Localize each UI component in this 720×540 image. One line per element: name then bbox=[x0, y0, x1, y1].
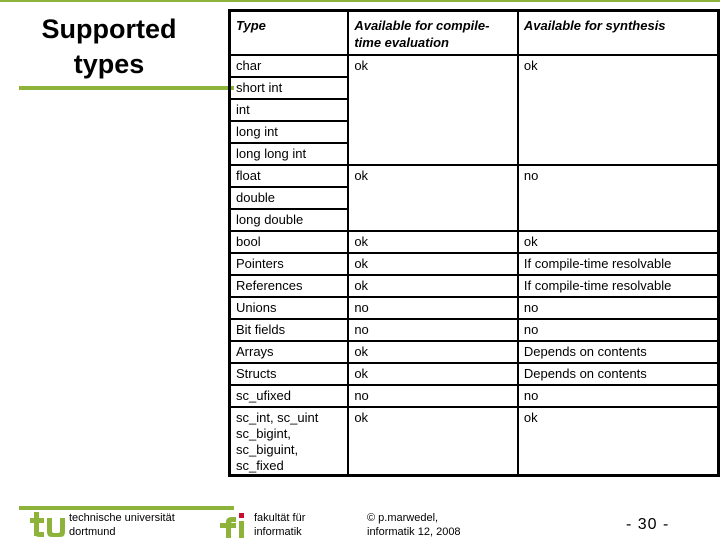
faculty-name: fakultät für informatik bbox=[254, 511, 305, 539]
table-row: sc_int, sc_uint sc_bigint, sc_biguint, s… bbox=[228, 406, 720, 477]
type-cell: sc_ufixed bbox=[228, 384, 350, 408]
table-row: float ok no bbox=[228, 164, 720, 232]
compile-time-cell: ok bbox=[347, 252, 519, 276]
synthesis-cell: ok bbox=[516, 230, 720, 254]
synthesis-cell: If compile-time resolvable bbox=[516, 274, 720, 298]
university-name: technische universität dortmund bbox=[69, 511, 175, 539]
table-row: Pointers ok If compile-time resolvable bbox=[228, 252, 720, 276]
slide-title-line1: Supported bbox=[41, 14, 177, 44]
header-type: Type bbox=[228, 9, 350, 56]
synthesis-cell: ok bbox=[516, 54, 720, 166]
compile-time-cell: ok bbox=[347, 362, 519, 386]
type-cell: Bit fields bbox=[228, 318, 350, 342]
copyright-line2: informatik 12, 2008 bbox=[367, 526, 461, 538]
type-cell: Structs bbox=[228, 362, 350, 386]
type-cell: Arrays bbox=[228, 340, 350, 364]
type-cell: float bbox=[228, 164, 350, 188]
synthesis-cell: no bbox=[516, 296, 720, 320]
header-compile-time: Available for compile-time evaluation bbox=[347, 9, 519, 56]
table-row: Arrays ok Depends on contents bbox=[228, 340, 720, 364]
synthesis-cell: ok bbox=[516, 406, 720, 477]
supported-types-table: Type Available for compile-time evaluati… bbox=[228, 9, 720, 477]
type-cell: Unions bbox=[228, 296, 350, 320]
table-row: bool ok ok bbox=[228, 230, 720, 254]
compile-time-cell: ok bbox=[347, 54, 519, 166]
fi-faculty-logo-icon bbox=[220, 513, 244, 538]
header-synthesis: Available for synthesis bbox=[516, 9, 720, 56]
type-cell: sc_int, sc_uint sc_bigint, sc_biguint, s… bbox=[228, 406, 350, 477]
compile-time-cell: ok bbox=[347, 230, 519, 254]
table-row: Structs ok Depends on contents bbox=[228, 362, 720, 386]
title-underline bbox=[19, 86, 234, 90]
type-cell: char bbox=[228, 54, 350, 78]
synthesis-cell: no bbox=[516, 318, 720, 342]
compile-time-cell: no bbox=[347, 296, 519, 320]
copyright-line1: © p.marwedel, bbox=[367, 512, 439, 524]
footer-rule bbox=[19, 506, 234, 510]
type-cell: long long int bbox=[228, 142, 350, 166]
table-row: Unions no no bbox=[228, 296, 720, 320]
synthesis-cell: no bbox=[516, 384, 720, 408]
type-cell: long int bbox=[228, 120, 350, 144]
slide-title: Supported types bbox=[20, 12, 198, 82]
synthesis-cell: no bbox=[516, 164, 720, 232]
copyright: © p.marwedel, informatik 12, 2008 bbox=[367, 511, 461, 539]
compile-time-cell: ok bbox=[347, 340, 519, 364]
compile-time-cell: no bbox=[347, 384, 519, 408]
type-cell: References bbox=[228, 274, 350, 298]
table-row: char ok ok bbox=[228, 54, 720, 166]
compile-time-cell: ok bbox=[347, 406, 519, 477]
synthesis-cell: Depends on contents bbox=[516, 340, 720, 364]
tu-dortmund-logo-icon bbox=[30, 512, 65, 537]
top-rule bbox=[0, 0, 720, 2]
type-cell: bool bbox=[228, 230, 350, 254]
table-header-row: Type Available for compile-time evaluati… bbox=[228, 9, 720, 56]
type-cell: double bbox=[228, 186, 350, 210]
table-row: References ok If compile-time resolvable bbox=[228, 274, 720, 298]
page-number: - 30 - bbox=[626, 516, 670, 533]
faculty-line2: informatik bbox=[254, 526, 302, 538]
synthesis-cell: If compile-time resolvable bbox=[516, 252, 720, 276]
table-row: sc_ufixed no no bbox=[228, 384, 720, 408]
synthesis-cell: Depends on contents bbox=[516, 362, 720, 386]
compile-time-cell: no bbox=[347, 318, 519, 342]
type-cell: int bbox=[228, 98, 350, 122]
compile-time-cell: ok bbox=[347, 164, 519, 232]
type-cell: Pointers bbox=[228, 252, 350, 276]
type-cell: long double bbox=[228, 208, 350, 232]
university-line2: dortmund bbox=[69, 526, 116, 538]
slide-title-line2: types bbox=[73, 49, 145, 79]
table-row: Bit fields no no bbox=[228, 318, 720, 342]
type-cell: short int bbox=[228, 76, 350, 100]
university-line1: technische universität bbox=[69, 512, 175, 524]
faculty-line1: fakultät für bbox=[254, 512, 306, 524]
compile-time-cell: ok bbox=[347, 274, 519, 298]
